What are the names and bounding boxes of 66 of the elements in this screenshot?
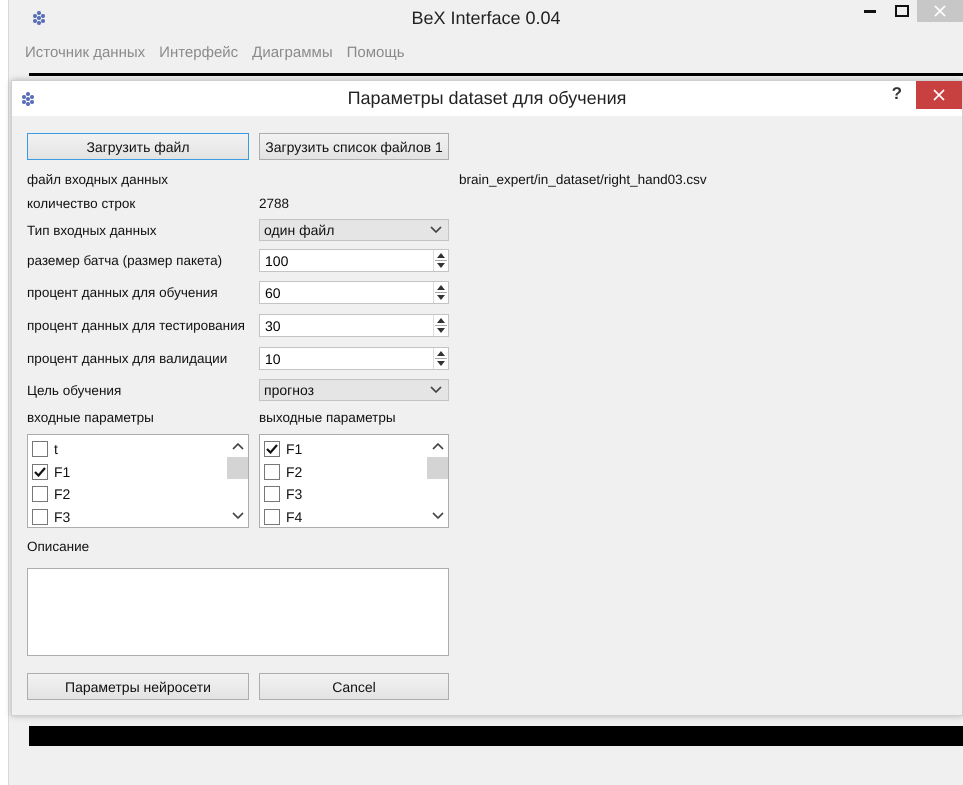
checkmark-icon xyxy=(34,466,46,477)
field-label: Тип входных данных xyxy=(27,222,157,238)
spin-box[interactable]: 60 xyxy=(259,281,449,304)
checkbox[interactable] xyxy=(264,440,280,457)
checkbox[interactable] xyxy=(32,440,48,457)
checkbox[interactable] xyxy=(32,509,48,526)
app-icon xyxy=(31,11,47,25)
checkbox-label: F1 xyxy=(54,464,70,480)
app-icon xyxy=(20,92,36,106)
load-button[interactable]: Загрузить файл xyxy=(27,133,249,160)
dropdown[interactable]: прогноз xyxy=(259,379,449,401)
description-label: Описание xyxy=(27,538,90,554)
field-value: 2788 xyxy=(259,196,290,211)
checkbox[interactable] xyxy=(264,464,280,480)
field-label: файл входных данных xyxy=(27,172,168,186)
dropdown[interactable]: один файл xyxy=(259,219,449,241)
checkbox-list[interactable]: t F1 F2 F3 xyxy=(27,434,249,528)
list-label: входные параметры xyxy=(27,410,154,424)
field-label: количество строк xyxy=(27,196,136,211)
number-input[interactable]: 100 xyxy=(263,252,433,270)
list-label: выходные параметры xyxy=(259,410,396,424)
scrollbar-thumb[interactable] xyxy=(227,457,248,479)
scroll-up-icon[interactable] xyxy=(232,442,244,450)
dialog-button[interactable]: Cancel xyxy=(259,673,449,700)
close-icon xyxy=(933,89,945,101)
minimize-icon xyxy=(864,10,876,12)
field-label: процент данных для валидации xyxy=(27,351,228,366)
checkbox[interactable] xyxy=(32,486,48,502)
number-input[interactable]: 30 xyxy=(263,316,433,334)
field-label: Цель обучения xyxy=(27,382,122,398)
maximize-icon xyxy=(895,5,909,17)
checkbox-label: F1 xyxy=(286,440,302,457)
load-button[interactable]: Загрузить список файлов 1 xyxy=(259,133,449,160)
close-button[interactable] xyxy=(916,81,962,109)
field-label: процент данных для обучения xyxy=(27,285,218,300)
number-input[interactable]: 60 xyxy=(263,284,433,302)
checkbox-label: F2 xyxy=(286,464,302,480)
checkbox-label: F3 xyxy=(54,509,70,526)
scroll-down-icon[interactable] xyxy=(432,512,444,520)
spin-box[interactable]: 30 xyxy=(259,314,449,337)
file-path: brain_expert/in_dataset/right_hand03.csv xyxy=(459,172,707,186)
number-input[interactable]: 10 xyxy=(263,350,433,368)
field-label: процент данных для тестирования xyxy=(27,318,245,333)
chevron-down-icon[interactable] xyxy=(430,386,442,394)
chevron-down-icon[interactable] xyxy=(430,226,442,234)
description-field[interactable] xyxy=(27,568,449,656)
checkbox-list[interactable]: F1 F2 F3 F4 xyxy=(259,434,449,528)
checkbox-label: F2 xyxy=(54,486,70,502)
checkbox-label: F4 xyxy=(286,509,302,526)
checkbox-label: F3 xyxy=(286,486,302,502)
dialog-button[interactable]: Параметры нейросети xyxy=(27,673,249,700)
dialog-title: Параметры dataset для обучения xyxy=(348,88,626,109)
help-button[interactable]: ? xyxy=(878,84,916,114)
checkbox-label: t xyxy=(54,440,58,457)
spin-box[interactable]: 10 xyxy=(259,347,449,370)
scroll-up-icon[interactable] xyxy=(432,442,444,450)
checkmark-icon xyxy=(266,444,278,454)
spin-box[interactable]: 100 xyxy=(259,249,449,272)
scrollbar-thumb[interactable] xyxy=(427,457,448,479)
field-label: раземер батча (размер пакета) xyxy=(27,253,222,268)
scroll-down-icon[interactable] xyxy=(232,512,244,520)
checkbox[interactable] xyxy=(32,464,48,480)
checkbox[interactable] xyxy=(264,486,280,502)
checkbox[interactable] xyxy=(264,509,280,526)
close-icon xyxy=(934,5,946,17)
window-title: BeX Interface 0.04 xyxy=(411,8,561,29)
